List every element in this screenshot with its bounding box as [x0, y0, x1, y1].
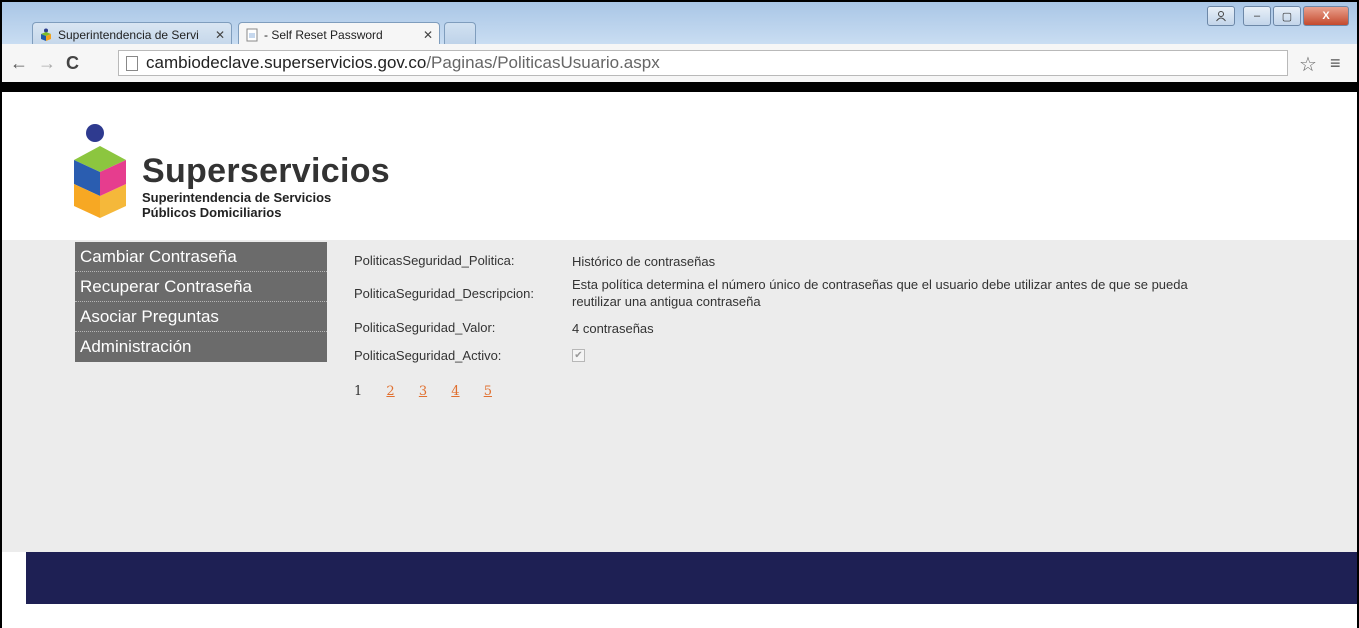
close-window-button[interactable]: X: [1303, 6, 1349, 26]
pager: 1 2 3 4 5: [354, 384, 512, 399]
page-top-bar: [2, 82, 1357, 92]
reload-icon[interactable]: C: [66, 53, 79, 74]
pager-link-3[interactable]: 3: [419, 384, 427, 399]
url-text: cambiodeclave.superservicios.gov.co/Pagi…: [146, 53, 660, 73]
superservicios-logo-icon: [74, 124, 126, 218]
logo-subtitle-1: Superintendencia de Servicios: [142, 190, 332, 205]
descripcion-label: PoliticaSeguridad_Descripcion:: [354, 286, 534, 301]
url-host: cambiodeclave.superservicios.gov.co: [146, 53, 427, 72]
activo-label: PoliticaSeguridad_Activo:: [354, 348, 502, 363]
menu-item-asociar-preguntas[interactable]: Asociar Preguntas: [75, 302, 327, 332]
politica-label: PoliticasSeguridad_Politica:: [354, 253, 515, 268]
descripcion-value: Esta política determina el número único …: [572, 277, 1188, 309]
pager-link-2[interactable]: 2: [386, 384, 394, 399]
superservicios-logo: Superservicios Superintendencia de Servi…: [70, 122, 390, 232]
page-footer: [26, 552, 1357, 604]
browser-toolbar: ← → C cambiodeclave.superservicios.gov.c…: [2, 44, 1357, 82]
tab-title: Superintendencia de Servi: [58, 28, 199, 42]
minimize-button[interactable]: –: [1243, 6, 1271, 26]
window-controls: – ▢ X: [1207, 6, 1349, 26]
back-arrow-icon[interactable]: ←: [10, 53, 28, 74]
tab-close-icon[interactable]: ✕: [423, 28, 433, 42]
page-favicon-icon: [246, 28, 258, 42]
page-icon: [126, 55, 138, 71]
browser-titlebar: Superintendencia de Servi ✕ - Self Reset…: [2, 2, 1357, 47]
tab-title: - Self Reset Password: [264, 28, 383, 42]
logo-subtitle-2: Públicos Domiciliarios: [142, 205, 282, 220]
tab-close-icon[interactable]: ✕: [215, 28, 225, 42]
side-menu: Cambiar Contraseña Recuperar Contraseña …: [75, 242, 327, 362]
menu-item-administracion[interactable]: Administración: [75, 332, 327, 362]
menu-item-recuperar-contrasena[interactable]: Recuperar Contraseña: [75, 272, 327, 302]
browser-menu-icon[interactable]: ≡: [1330, 53, 1341, 74]
main-content: Cambiar Contraseña Recuperar Contraseña …: [2, 240, 1357, 552]
valor-label: PoliticaSeguridad_Valor:: [354, 320, 496, 335]
user-profile-icon[interactable]: [1207, 6, 1235, 26]
logo-name: Superservicios: [142, 152, 390, 190]
url-path: /Paginas/PoliticasUsuario.aspx: [426, 53, 660, 72]
maximize-button[interactable]: ▢: [1273, 6, 1301, 26]
politica-value: Histórico de contraseñas: [572, 254, 716, 269]
pager-current-page: 1: [354, 384, 363, 399]
forward-arrow-icon[interactable]: →: [38, 53, 56, 74]
superservicios-favicon-icon: [41, 28, 51, 41]
menu-item-cambiar-contrasena[interactable]: Cambiar Contraseña: [75, 242, 327, 272]
pager-link-4[interactable]: 4: [451, 384, 459, 399]
valor-value: 4 contraseñas: [572, 321, 654, 336]
pager-link-5[interactable]: 5: [484, 384, 492, 399]
bookmark-star-icon[interactable]: ☆: [1299, 52, 1317, 77]
address-bar[interactable]: cambiodeclave.superservicios.gov.co/Pagi…: [118, 50, 1288, 76]
activo-checkbox[interactable]: ✔: [572, 349, 585, 362]
